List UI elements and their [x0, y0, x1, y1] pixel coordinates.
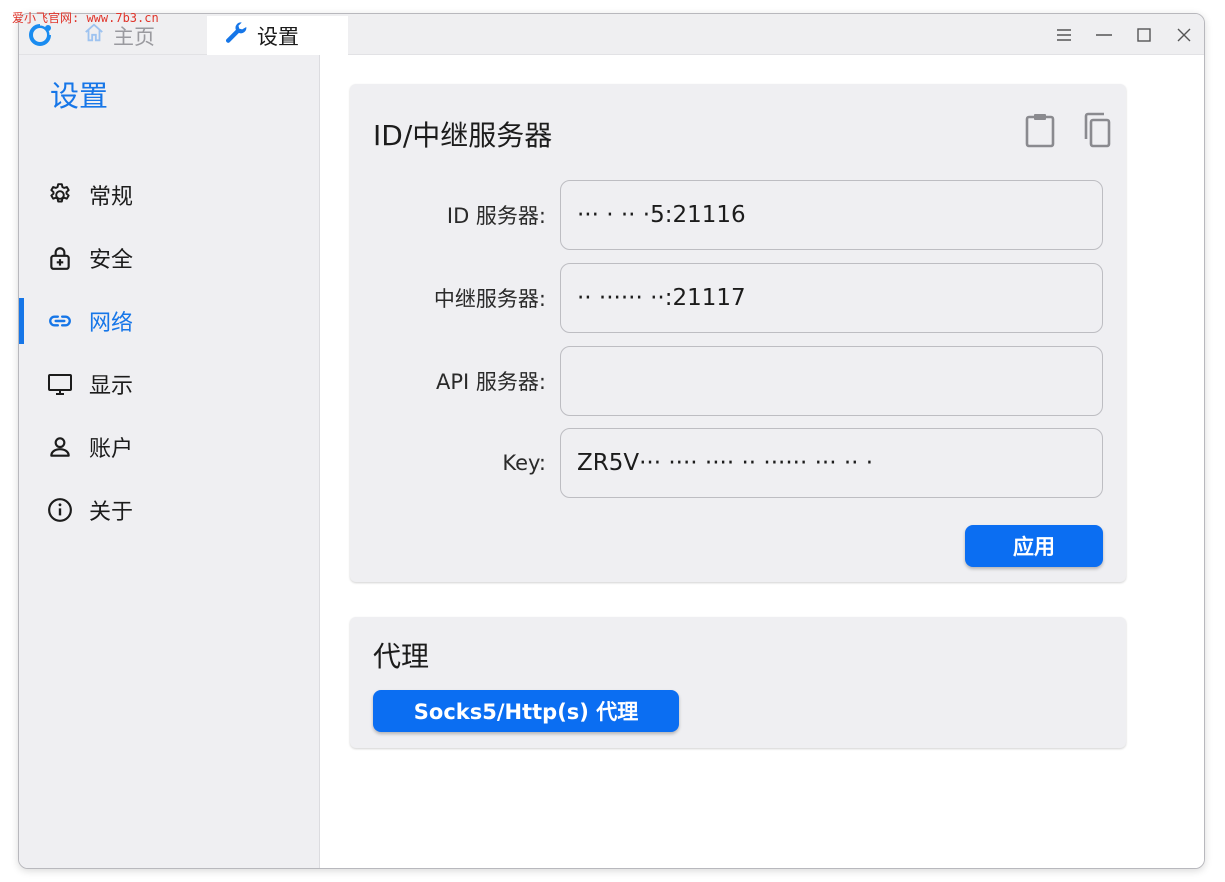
sidebar-item-label: 显示	[89, 374, 134, 399]
titlebar: 主页 设置	[19, 14, 1204, 55]
key-input[interactable]	[560, 428, 1103, 498]
info-icon	[47, 497, 73, 523]
sidebar-item-account[interactable]: 账户	[19, 424, 319, 470]
relay-server-label: 中继服务器:	[433, 287, 546, 311]
copy-icon	[1084, 112, 1111, 148]
home-icon	[83, 22, 113, 49]
sidebar-item-about[interactable]: 关于	[19, 487, 319, 533]
sidebar-item-label: 账户	[89, 437, 134, 462]
card-title: 代理	[373, 640, 430, 673]
api-server-row: API 服务器:	[350, 346, 1126, 416]
sidebar-item-security[interactable]: 安全	[19, 235, 319, 281]
apply-button[interactable]: 应用	[965, 525, 1103, 567]
monitor-icon	[47, 371, 73, 397]
id-server-label: ID 服务器:	[446, 204, 546, 228]
app-window: 主页 设置 设置 常规 安全 网络 显示 账户 关于 ID/中继服务器 ID 服…	[18, 13, 1205, 869]
proxy-card: 代理 Socks5/Http(s) 代理	[350, 617, 1126, 748]
sidebar-item-display[interactable]: 显示	[19, 361, 319, 407]
window-controls	[1044, 14, 1204, 55]
sidebar-item-label: 网络	[89, 311, 134, 336]
sidebar-item-general[interactable]: 常规	[19, 172, 319, 218]
menu-button[interactable]	[1044, 14, 1084, 55]
card-title: ID/中继服务器	[373, 119, 553, 152]
tab-settings[interactable]: 设置	[207, 16, 348, 55]
key-label: Key:	[502, 451, 546, 475]
copy-button[interactable]	[1080, 112, 1112, 152]
card-tools	[1024, 112, 1112, 152]
lock-icon	[47, 245, 73, 271]
sidebar-item-network[interactable]: 网络	[19, 298, 319, 344]
sidebar-item-label: 常规	[89, 185, 134, 210]
wrench-icon	[223, 20, 257, 51]
relay-server-row: 中继服务器:	[350, 263, 1126, 333]
api-server-label: API 服务器:	[436, 370, 546, 394]
clipboard-icon	[1025, 114, 1055, 148]
id-server-input[interactable]	[560, 180, 1103, 250]
watermark: 爱小飞官网: www.7b3.cn	[12, 11, 159, 25]
close-icon	[1177, 28, 1191, 41]
maximize-icon	[1137, 27, 1151, 42]
main-content: ID/中继服务器 ID 服务器: 中继服务器: API 服务器:	[320, 55, 1204, 868]
sidebar-item-label: 关于	[89, 500, 134, 525]
maximize-button[interactable]	[1124, 14, 1164, 55]
close-button[interactable]	[1164, 14, 1204, 55]
tab-settings-label: 设置	[257, 24, 299, 49]
api-server-input[interactable]	[560, 346, 1103, 416]
minimize-icon	[1096, 33, 1112, 36]
key-row: Key:	[350, 428, 1126, 498]
socks5-proxy-button[interactable]: Socks5/Http(s) 代理	[373, 690, 679, 732]
paste-button[interactable]	[1024, 112, 1056, 152]
relay-server-input[interactable]	[560, 263, 1103, 333]
sidebar-title: 设置	[50, 79, 109, 113]
hamburger-icon	[1057, 28, 1071, 41]
sidebar: 设置 常规 安全 网络 显示 账户 关于	[19, 55, 320, 868]
sidebar-item-label: 安全	[89, 248, 134, 273]
gear-icon	[47, 182, 73, 208]
link-icon	[47, 308, 73, 334]
minimize-button[interactable]	[1084, 14, 1124, 55]
id-relay-server-card: ID/中继服务器 ID 服务器: 中继服务器: API 服务器:	[350, 84, 1126, 582]
id-server-row: ID 服务器:	[350, 180, 1126, 250]
person-icon	[47, 434, 73, 460]
